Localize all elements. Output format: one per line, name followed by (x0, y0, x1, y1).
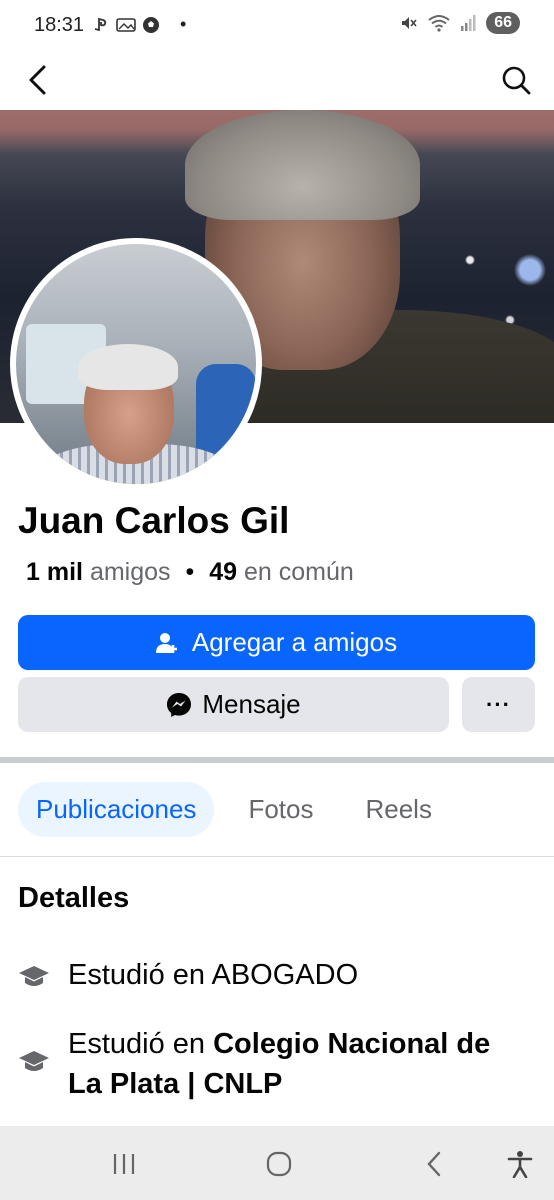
app-bar (0, 52, 554, 110)
messenger-icon (167, 692, 192, 717)
profile-tabs: Publicaciones Fotos Reels (18, 782, 450, 837)
back-button[interactable] (18, 60, 58, 100)
detail-value: ABOGADO (211, 959, 359, 991)
battery-badge: 66 (486, 12, 520, 34)
add-friend-label: Agregar a amigos (191, 627, 398, 657)
home-button[interactable] (259, 1144, 299, 1184)
status-bar: 18:31 • 66 (0, 0, 554, 52)
add-friend-icon (155, 632, 177, 653)
friends-label: amigos (89, 558, 171, 586)
recent-apps-icon (113, 1154, 135, 1174)
profile-name: Juan Carlos Gil (18, 500, 290, 541)
education-icon (18, 961, 50, 993)
accessibility-button[interactable] (500, 1144, 540, 1184)
back-arrow-icon (29, 65, 46, 95)
detail-text-education-1: Estudió en ABOGADO (68, 955, 528, 995)
mute-icon (402, 17, 417, 29)
friends-separator: • (185, 558, 195, 586)
section-divider (0, 757, 554, 763)
more-options-button[interactable]: ··· (462, 677, 535, 732)
avatar-photo (16, 244, 256, 484)
education-icon (18, 1046, 50, 1078)
system-nav-bar (0, 1126, 554, 1200)
cover-person-hair (185, 110, 420, 220)
system-back-button[interactable] (414, 1144, 454, 1184)
friends-count: 1 mil (26, 558, 83, 586)
dot-icon: • (180, 14, 187, 34)
tab-reels[interactable]: Reels (347, 782, 449, 837)
tab-publicaciones[interactable]: Publicaciones (18, 782, 215, 837)
add-friend-button[interactable]: Agregar a amigos (18, 615, 535, 670)
tab-fotos[interactable]: Fotos (230, 782, 331, 837)
gallery-icon (116, 17, 136, 32)
accessibility-icon (507, 1151, 533, 1178)
detail-row-education-1: Estudió en ABOGADO (18, 955, 528, 995)
system-back-icon (427, 1151, 441, 1177)
wifi-icon (428, 15, 450, 32)
avatar[interactable] (10, 238, 262, 490)
mutual-count: 49 (209, 558, 238, 586)
status-right-icons: 66 (400, 12, 520, 34)
search-icon (502, 66, 531, 95)
playstation-icon (94, 17, 107, 31)
mutual-label: en común (243, 558, 354, 586)
detail-prefix: Estudió en (68, 959, 212, 991)
details-title: Detalles (18, 882, 130, 914)
detail-text-education-2: Estudió en Colegio Nacional de La Plata … (68, 1024, 528, 1104)
tabs-divider (0, 856, 554, 857)
recent-apps-button[interactable] (104, 1144, 144, 1184)
soccer-ball-icon (143, 16, 159, 33)
friends-line[interactable]: 1 mil amigos • 49 en común (26, 558, 354, 587)
message-button[interactable]: Mensaje (18, 677, 449, 732)
message-label: Mensaje (202, 689, 301, 719)
avatar-person-hair (78, 344, 178, 390)
signal-icon (461, 15, 476, 31)
status-left-icons: • (92, 14, 186, 35)
search-button[interactable] (496, 60, 536, 100)
detail-prefix: Estudió en (68, 1028, 214, 1060)
detail-row-education-2: Estudió en Colegio Nacional de La Plata … (18, 1024, 528, 1104)
home-icon (266, 1151, 292, 1177)
status-time: 18:31 (34, 14, 85, 36)
